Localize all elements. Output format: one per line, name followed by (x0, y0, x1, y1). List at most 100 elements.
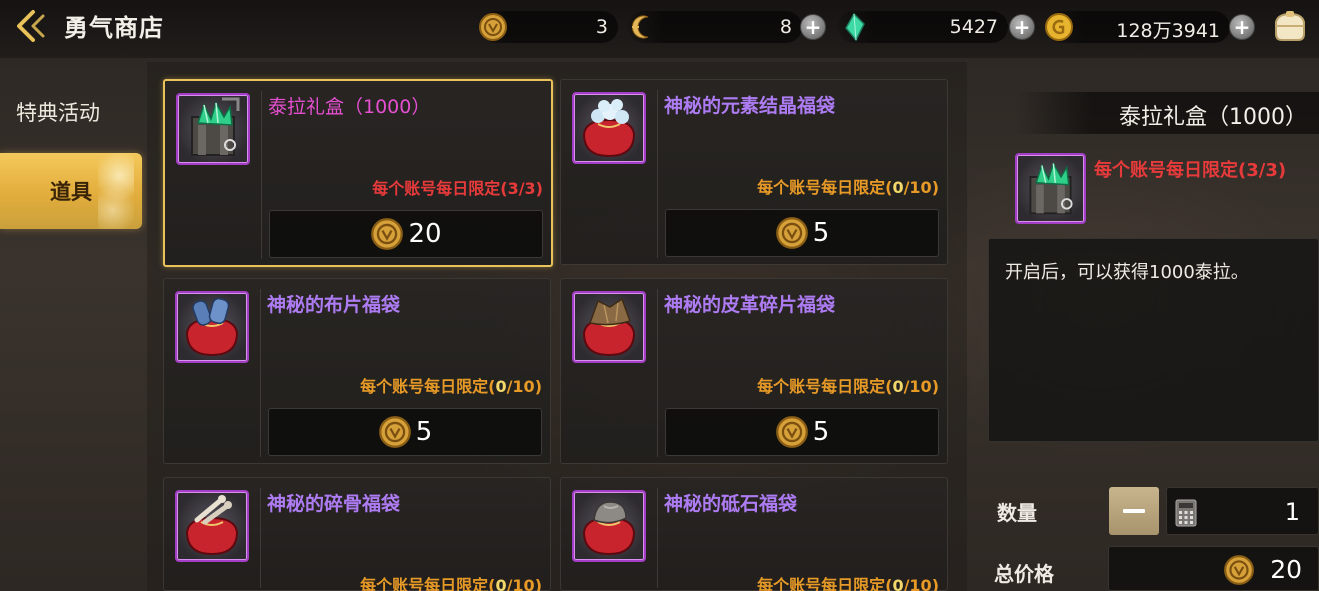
quantity-value: 1 (1284, 498, 1300, 526)
price-value: 20 (408, 219, 442, 249)
product-grid: 泰拉礼盒（1000） 每个账号每日限定(3/3) 20 神秘的元素结晶福袋 每个… (147, 62, 967, 591)
description-box: 开启后，可以获得1000泰拉。 (988, 238, 1319, 442)
currency-crystal: 5427 (838, 11, 1008, 43)
calculator-icon[interactable] (1175, 499, 1197, 527)
limit-suffix: /10) (506, 576, 542, 591)
limit-suffix: /3) (518, 179, 543, 198)
limit-suffix: /10) (506, 377, 542, 396)
tab-items[interactable]: 道具 (0, 153, 142, 229)
minus-icon (1123, 509, 1145, 513)
currency-moon-token: 8 (628, 11, 802, 43)
decrease-quantity-button[interactable] (1109, 487, 1159, 535)
bone-bag-icon (175, 490, 249, 562)
detail-title: 泰拉礼盒（1000） (1119, 105, 1307, 130)
product-card[interactable]: 神秘的碎骨福袋 每个账号每日限定(0/10) (163, 477, 551, 591)
wallet-icon[interactable] (1270, 8, 1310, 44)
limit-count: 0 (495, 576, 507, 591)
limit-prefix: 每个账号每日限定( (757, 576, 893, 591)
crystal-value: 5427 (949, 16, 998, 38)
card-divider (657, 289, 658, 457)
limit-count: 0 (892, 576, 904, 591)
bravery-coin-icon (371, 218, 404, 250)
add-gold-button[interactable]: + (1229, 14, 1255, 40)
item-description: 开启后，可以获得1000泰拉。 (1005, 262, 1249, 283)
back-arrow-icon (17, 10, 45, 42)
cloth-bag-icon (175, 291, 249, 363)
price-box[interactable]: 20 (269, 210, 543, 258)
bravery-coin-icon (378, 416, 411, 448)
card-divider (657, 90, 658, 258)
product-card[interactable]: 神秘的元素结晶福袋 每个账号每日限定(0/10) 5 (560, 79, 948, 265)
total-price-label: 总价格 (994, 562, 1054, 586)
limit-suffix: /10) (903, 576, 939, 591)
green-crystal-icon (845, 12, 865, 42)
purchase-limit: 每个账号每日限定(3/3) (372, 175, 543, 199)
plus-icon: + (1013, 15, 1031, 39)
price-value: 5 (812, 417, 830, 447)
total-price-value: 20 (1270, 555, 1302, 584)
page-title: 勇气商店 (64, 14, 164, 42)
card-divider (260, 289, 261, 457)
add-crystal-button[interactable]: + (1009, 14, 1035, 40)
bravery-coin-icon (479, 13, 507, 41)
limit-count: 0 (495, 377, 507, 396)
currency-gold: 128万3941 (1045, 11, 1230, 43)
product-card[interactable]: 神秘的砥石福袋 每个账号每日限定(0/10) (560, 477, 948, 591)
purchase-limit: 每个账号每日限定(0/10) (757, 174, 939, 198)
leather-bag-icon (572, 291, 646, 363)
whetstone-bag-icon (572, 490, 646, 562)
limit-prefix: 每个账号每日限定( (757, 377, 893, 396)
tab-special-events[interactable]: 特典活动 (0, 88, 140, 136)
quantity-label: 数量 (997, 501, 1037, 525)
plus-icon: + (804, 15, 822, 39)
product-name: 神秘的元素结晶福袋 (664, 95, 836, 117)
card-divider (261, 91, 262, 259)
product-card[interactable]: 神秘的皮革碎片福袋 每个账号每日限定(0/10) 5 (560, 278, 948, 464)
back-button[interactable] (6, 4, 52, 48)
currency-bravery-coin: 3 (479, 11, 618, 43)
purchase-limit: 每个账号每日限定(0/10) (757, 373, 939, 397)
bravery-coin-icon (775, 416, 808, 448)
card-divider (657, 488, 658, 588)
limit-prefix: 每个账号每日限定( (360, 377, 496, 396)
add-moon-token-button[interactable]: + (800, 14, 826, 40)
moon-token-value: 8 (779, 16, 792, 38)
product-name: 泰拉礼盒（1000） (268, 96, 431, 118)
limit-suffix: /10) (903, 377, 939, 396)
price-value: 5 (415, 417, 433, 447)
purchase-limit: 每个账号每日限定(0/10) (360, 572, 542, 591)
plus-icon: + (1233, 15, 1251, 39)
price-box[interactable]: 5 (665, 408, 939, 456)
limit-prefix: 每个账号每日限定( (360, 576, 496, 591)
purchase-limit: 每个账号每日限定(0/10) (757, 572, 939, 591)
limit-prefix: 每个账号每日限定( (757, 178, 893, 197)
product-name: 神秘的砥石福袋 (664, 493, 798, 515)
detail-header: 泰拉礼盒（1000） (1015, 92, 1319, 134)
bravery-coin-icon (775, 217, 808, 249)
card-divider (260, 488, 261, 588)
gem-box-icon (1015, 153, 1086, 224)
tab-sparkle-decoration (98, 153, 134, 229)
total-price-box: 20 (1108, 546, 1319, 591)
crescent-token-icon (631, 15, 649, 39)
crystal-bag-icon (572, 92, 646, 164)
product-card[interactable]: 泰拉礼盒（1000） 每个账号每日限定(3/3) 20 (163, 79, 553, 267)
price-box[interactable]: 5 (268, 408, 542, 456)
product-name: 神秘的布片福袋 (267, 294, 401, 316)
product-card[interactable]: 神秘的布片福袋 每个账号每日限定(0/10) 5 (163, 278, 551, 464)
gold-value: 128万3941 (1116, 20, 1220, 42)
bravery-coin-value: 3 (595, 16, 608, 38)
price-value: 5 (812, 218, 830, 248)
quantity-input[interactable]: 1 (1166, 487, 1319, 535)
purchase-limit: 每个账号每日限定(0/10) (360, 373, 542, 397)
limit-count: 0 (892, 377, 904, 396)
limit-suffix: /10) (903, 178, 939, 197)
gem-box-icon (176, 93, 250, 165)
bravery-coin-icon (1224, 555, 1254, 585)
tab-items-label: 道具 (50, 180, 92, 204)
product-name: 神秘的碎骨福袋 (267, 493, 401, 515)
gold-coin-icon (1045, 13, 1073, 41)
limit-count: 3 (507, 179, 519, 198)
price-box[interactable]: 5 (665, 209, 939, 257)
limit-prefix: 每个账号每日限定( (372, 179, 508, 198)
